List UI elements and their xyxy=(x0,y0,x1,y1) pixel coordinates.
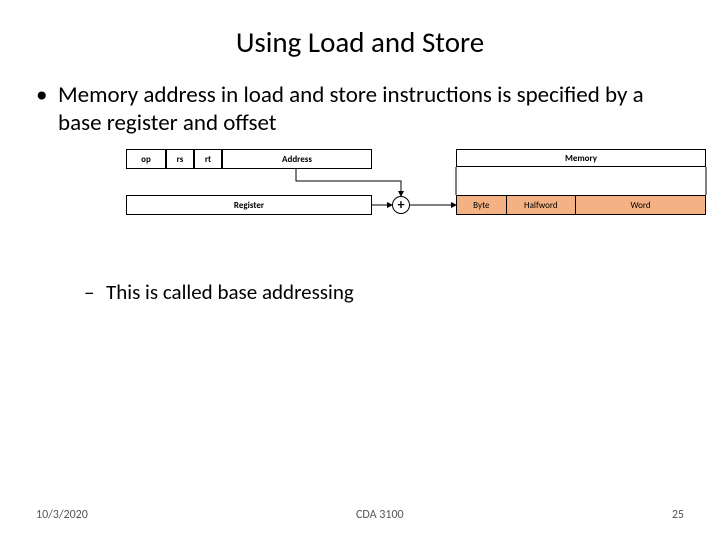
field-address: Address xyxy=(222,149,372,169)
memory-cell-word: Word xyxy=(576,196,705,214)
bullet-level-2: This is called base addressing xyxy=(84,279,690,305)
memory-cell-byte: Byte xyxy=(457,196,507,214)
memory-cells: Byte Halfword Word xyxy=(456,195,706,215)
footer-course: CDA 3100 xyxy=(356,508,404,522)
field-op: op xyxy=(126,149,166,169)
adder-plus-icon: + xyxy=(392,196,410,214)
footer-date: 10/3/2020 xyxy=(36,508,88,522)
memory-title: Memory xyxy=(456,149,706,167)
footer-page: 25 xyxy=(672,508,684,522)
memory-cell-halfword: Halfword xyxy=(507,196,576,214)
bullet-list: Memory address in load and store instruc… xyxy=(0,82,720,305)
addressing-diagram: op rs rt Address Register + Memory Byte … xyxy=(96,149,720,259)
slide-title: Using Load and Store xyxy=(0,0,720,68)
field-rt: rt xyxy=(194,149,222,169)
field-rs: rs xyxy=(166,149,194,169)
slide-footer: 10/3/2020 CDA 3100 25 xyxy=(36,508,684,522)
field-register: Register xyxy=(126,195,372,215)
bullet-level-1: Memory address in load and store instruc… xyxy=(36,82,690,137)
